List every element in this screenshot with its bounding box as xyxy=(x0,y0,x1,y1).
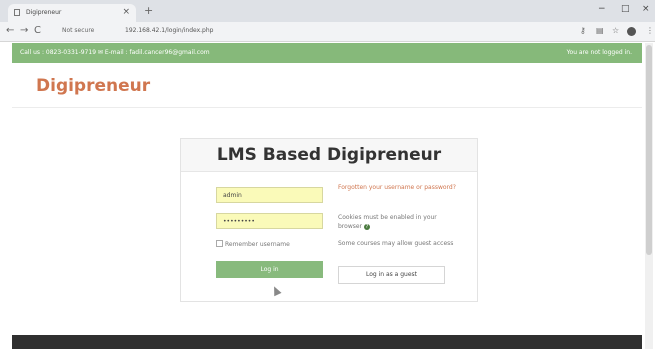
tab-close-icon[interactable]: × xyxy=(122,7,130,17)
login-card: LMS Based Digipreneur admin ••••••••• Re… xyxy=(180,138,478,302)
menu-icon[interactable]: ⋮ xyxy=(646,26,654,35)
extension-icon[interactable]: ▤ xyxy=(596,26,604,35)
cookies-text: Cookies must be enabled in your browser xyxy=(338,214,437,230)
contact-info: Call us : 0823-0331-9719 ✉ E-mail : fadi… xyxy=(20,49,210,56)
forward-icon[interactable]: → xyxy=(20,25,28,36)
scrollbar-thumb[interactable] xyxy=(646,45,652,255)
page-footer xyxy=(12,335,642,349)
contact-bar: Call us : 0823-0331-9719 ✉ E-mail : fadi… xyxy=(12,43,642,63)
site-logo[interactable]: Digipreneur xyxy=(36,76,150,96)
username-input[interactable]: admin xyxy=(216,187,323,203)
forgot-password-link[interactable]: Forgotten your username or password? xyxy=(338,183,458,192)
help-icon[interactable]: ? xyxy=(363,224,370,230)
login-status: You are not logged in. xyxy=(566,49,632,56)
browser-tabbar: Digipreneur × + − □ × xyxy=(0,0,655,22)
reload-icon[interactable]: C xyxy=(34,25,41,36)
page-icon xyxy=(14,9,20,16)
new-tab-button[interactable]: + xyxy=(144,4,153,17)
login-button[interactable]: Log in xyxy=(216,261,323,278)
security-indicator[interactable]: Not secure xyxy=(62,27,94,34)
password-input[interactable]: ••••••••• xyxy=(216,213,323,229)
cookies-notice: Cookies must be enabled in your browser … xyxy=(338,213,448,231)
address-bar[interactable]: Not secure 192.168.42.1/login/index.php xyxy=(62,25,562,38)
remember-username[interactable]: Remember username xyxy=(216,240,290,248)
browser-tab[interactable]: Digipreneur × xyxy=(8,4,136,22)
key-icon[interactable]: ⚷ xyxy=(580,26,586,35)
remember-checkbox[interactable] xyxy=(216,240,223,247)
maximize-icon[interactable]: □ xyxy=(621,4,630,14)
browser-toolbar: ← → C Not secure 192.168.42.1/login/inde… xyxy=(0,22,655,42)
remember-label: Remember username xyxy=(225,241,290,248)
tab-title: Digipreneur xyxy=(26,9,62,16)
guest-access-note: Some courses may allow guest access xyxy=(338,240,454,247)
guest-login-button[interactable]: Log in as a guest xyxy=(338,266,445,284)
page-title: LMS Based Digipreneur xyxy=(216,145,442,165)
login-card-header: LMS Based Digipreneur xyxy=(181,139,477,172)
page-scrollbar[interactable] xyxy=(645,43,653,349)
back-icon[interactable]: ← xyxy=(6,25,14,36)
profile-avatar[interactable] xyxy=(627,27,636,36)
url-text[interactable]: 192.168.42.1/login/index.php xyxy=(125,27,213,34)
minimize-icon[interactable]: − xyxy=(598,4,606,14)
header-divider xyxy=(12,107,642,108)
star-icon[interactable]: ☆ xyxy=(612,26,619,35)
close-window-icon[interactable]: × xyxy=(642,4,650,14)
